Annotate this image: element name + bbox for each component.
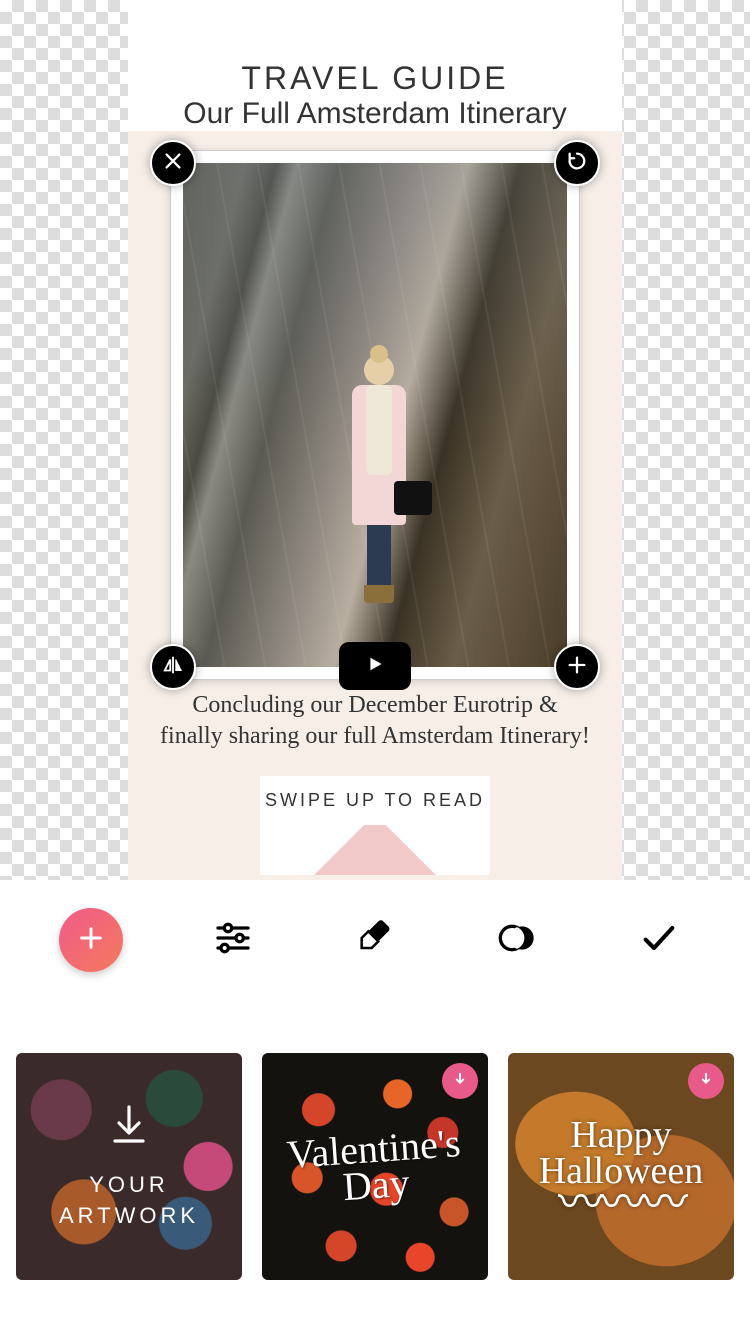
template-valentines-day[interactable]: Valentine's Day [262,1053,488,1280]
template-label-line2: ARTWORK [59,1203,199,1228]
canvas-area: TRAVEL GUIDE Our Full Amsterdam Itinerar… [0,0,750,880]
template-your-artwork[interactable]: YOUR ARTWORK [16,1053,242,1280]
template-strip[interactable]: YOUR ARTWORK Valentine's Day Happy Hallo… [0,1000,750,1334]
sliders-icon [213,918,253,963]
editor-toolbar [0,880,750,1000]
undo-icon [566,150,588,177]
check-icon [639,918,679,963]
story-caption: Concluding our December Eurotrip & final… [128,690,622,752]
template-label-line2: Day [341,1159,411,1209]
photo-subject [344,355,414,605]
template-label-line1: YOUR [89,1172,169,1197]
add-button[interactable] [59,908,123,972]
photo-image [183,163,567,667]
confirm-button[interactable] [627,908,691,972]
chevron-up-icon [305,825,445,875]
download-badge[interactable] [688,1063,724,1099]
story-title: TRAVEL GUIDE [128,60,622,97]
story-header: TRAVEL GUIDE Our Full Amsterdam Itinerar… [128,0,622,131]
mask-button[interactable] [485,908,549,972]
caption-line-1: Concluding our December Eurotrip & [192,692,557,718]
download-badge[interactable] [442,1063,478,1099]
download-icon [697,1070,715,1093]
download-icon [105,1101,153,1154]
template-label: Happy Halloween 〰〰〰 [539,1117,704,1217]
plus-icon [77,924,105,957]
photo-frame[interactable] [170,150,580,680]
template-label: YOUR ARTWORK [59,1170,199,1232]
close-icon [162,150,184,177]
story-card[interactable]: TRAVEL GUIDE Our Full Amsterdam Itinerar… [128,0,622,880]
play-icon [364,653,386,680]
flip-horizontal-icon [162,654,184,681]
mask-icon [497,918,537,963]
download-icon [451,1070,469,1093]
eraser-icon [355,918,395,963]
story-subtitle: Our Full Amsterdam Itinerary [128,97,622,131]
close-handle[interactable] [150,140,196,186]
template-label: Valentine's Day [286,1125,464,1209]
erase-button[interactable] [343,908,407,972]
play-button[interactable] [339,642,411,690]
decorative-swash: 〰〰〰 [539,1189,704,1217]
template-happy-halloween[interactable]: Happy Halloween 〰〰〰 [508,1053,734,1280]
settings-button[interactable] [201,908,265,972]
undo-handle[interactable] [554,140,600,186]
swipe-up-label: SWIPE UP TO READ [260,790,490,811]
swipe-up-box: SWIPE UP TO READ [260,776,490,875]
flip-handle[interactable] [150,644,196,690]
caption-line-2: finally sharing our full Amsterdam Itine… [160,723,590,749]
plus-icon [566,654,588,681]
add-handle[interactable] [554,644,600,690]
